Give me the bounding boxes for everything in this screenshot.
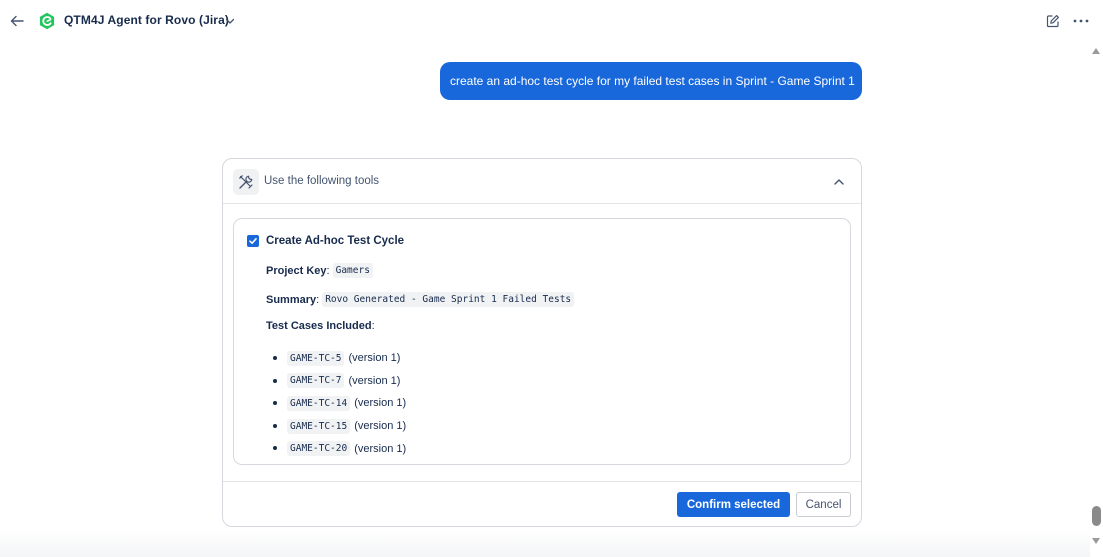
edit-icon <box>1046 15 1059 28</box>
summary-label: Summary <box>266 293 317 306</box>
tools-icon-box <box>233 169 259 195</box>
list-item: GAME-TC-20 (version 1) <box>272 437 406 460</box>
test-case-key: GAME-TC-14 <box>287 395 351 411</box>
test-case-version: (version 1) <box>354 420 407 433</box>
vertical-scrollbar[interactable] <box>1090 44 1103 557</box>
list-item: GAME-TC-15 (version 1) <box>272 415 406 438</box>
back-button[interactable] <box>6 10 28 32</box>
project-key-row: Project Key: Gamers <box>266 263 373 278</box>
test-case-key: GAME-TC-5 <box>287 350 345 366</box>
test-case-version: (version 1) <box>354 397 407 410</box>
agent-logo-icon <box>39 12 55 30</box>
card-footer-divider <box>223 481 861 482</box>
project-key-value: Gamers <box>332 263 373 278</box>
user-message-bubble: create an ad-hoc test cycle for my faile… <box>440 62 862 100</box>
summary-row: Summary: Rovo Generated - Game Sprint 1 … <box>266 292 575 307</box>
tool-confirmation-card: Use the following tools Create Ad-hoc Te… <box>222 158 862 527</box>
tool-checkbox[interactable] <box>247 235 259 247</box>
checkmark-icon <box>249 238 257 244</box>
test-cases-row: Test Cases Included: <box>266 320 375 332</box>
tools-title: Use the following tools <box>264 175 380 187</box>
confirm-selected-button[interactable]: Confirm selected <box>677 492 790 517</box>
test-cases-list: GAME-TC-5 (version 1) GAME-TC-7 (version… <box>272 347 406 460</box>
scroll-up-arrow-icon[interactable] <box>1092 48 1100 54</box>
list-item: GAME-TC-14 (version 1) <box>272 392 406 415</box>
summary-value: Rovo Generated - Game Sprint 1 Failed Te… <box>322 292 575 307</box>
chevron-up-icon <box>834 179 844 185</box>
bottom-fade <box>0 530 1090 557</box>
more-horizontal-icon <box>1073 19 1089 23</box>
test-cases-label: Test Cases Included <box>266 320 372 332</box>
agent-name[interactable]: QTM4J Agent for Rovo (Jira) <box>64 13 229 27</box>
scroll-thumb[interactable] <box>1092 506 1101 526</box>
list-item: GAME-TC-7 (version 1) <box>272 370 406 393</box>
project-key-label: Project Key <box>266 264 327 277</box>
new-chat-button[interactable] <box>1043 11 1063 31</box>
chat-header: QTM4J Agent for Rovo (Jira) <box>0 0 1103 42</box>
cancel-button[interactable]: Cancel <box>796 492 851 517</box>
tool-card-header[interactable]: Use the following tools <box>223 159 861 204</box>
arrow-left-icon <box>10 15 24 27</box>
list-item: GAME-TC-5 (version 1) <box>272 347 406 370</box>
tools-icon <box>239 175 253 189</box>
test-case-version: (version 1) <box>348 374 401 387</box>
tool-item-create-adhoc-cycle: Create Ad-hoc Test Cycle Project Key: Ga… <box>233 218 851 465</box>
test-case-version: (version 1) <box>348 352 401 365</box>
scroll-down-arrow-icon[interactable] <box>1092 538 1100 544</box>
user-message-text: create an ad-hoc test cycle for my faile… <box>450 74 855 88</box>
test-case-key: GAME-TC-15 <box>287 418 351 434</box>
tool-name: Create Ad-hoc Test Cycle <box>266 235 405 247</box>
test-case-key: GAME-TC-7 <box>287 373 345 389</box>
test-case-key: GAME-TC-20 <box>287 441 351 457</box>
collapse-button[interactable] <box>829 172 849 192</box>
chevron-down-icon[interactable] <box>223 14 237 28</box>
more-options-button[interactable] <box>1070 11 1092 31</box>
test-case-version: (version 1) <box>354 442 407 455</box>
